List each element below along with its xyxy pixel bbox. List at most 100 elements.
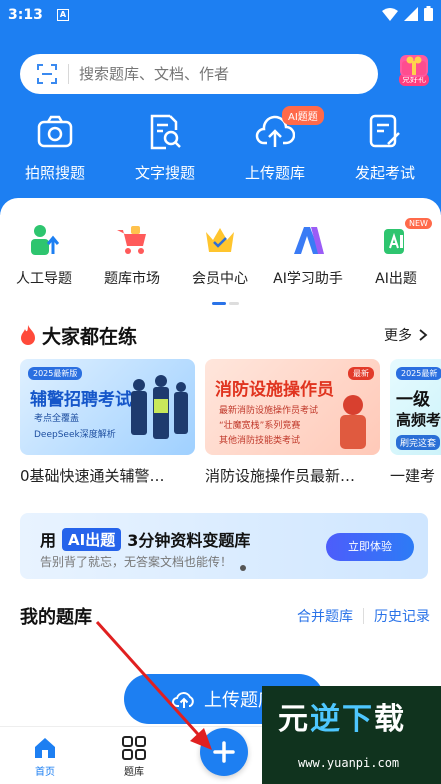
notification-icon: A — [57, 9, 69, 21]
tab-bank[interactable]: 题库 — [104, 735, 164, 778]
card-caption: 消防设施操作员最新… — [205, 467, 356, 485]
quick-label: AI学习助手 — [273, 271, 343, 287]
watermark-url: www.yuanpi.com — [298, 756, 400, 770]
more-link[interactable]: 更多 — [384, 325, 412, 345]
page-dot-active — [212, 302, 226, 305]
promo-title: 用 AI出题 3分钟资料变题库 — [40, 527, 250, 551]
cloud-upload-icon — [172, 692, 194, 708]
quick-ai-question[interactable]: NEW AI出题 — [352, 218, 440, 292]
card-caption: 一建考 — [390, 467, 436, 485]
fire-icon — [21, 325, 35, 345]
cover-headline: 消防设施操作员 — [215, 380, 334, 400]
action-text-search[interactable]: 文字搜题 — [110, 112, 220, 192]
main-actions: 拍照搜题 文字搜题 AI题题 上传题库 发起考试 — [0, 106, 441, 192]
promo-ai-tag: AI出题 — [62, 527, 122, 551]
person-upload-icon — [24, 222, 64, 258]
firefighter-image — [340, 395, 366, 449]
action-start-exam[interactable]: 发起考试 — [330, 112, 440, 192]
link-divider — [363, 608, 364, 624]
cart-icon — [112, 222, 152, 258]
add-button[interactable] — [200, 728, 248, 776]
gift-button[interactable]: 兑好礼 — [396, 55, 432, 93]
card-caption: 0基础快速通关辅警… — [20, 467, 165, 485]
quick-bank-market[interactable]: 题库市场 — [88, 222, 176, 292]
action-photo-search[interactable]: 拍照搜题 — [0, 112, 110, 192]
text-search-icon — [145, 112, 185, 152]
popular-card[interactable]: 2025最新版 辅警招聘考试 考点全覆盖 DeepSeek深度解析 0基础快速通… — [20, 359, 195, 489]
promo-suffix: 3分钟资料变题库 — [127, 531, 251, 550]
my-bank-links: 合并题库 历史记录 — [297, 606, 430, 626]
action-label: 拍照搜题 — [24, 164, 85, 182]
search-divider — [68, 64, 69, 84]
popular-card[interactable]: 2025最新 一级 高频考 刷完这套 一建考 — [390, 359, 441, 489]
quick-label: 人工导题 — [16, 271, 72, 287]
my-bank-header: 我的题库 合并题库 历史记录 — [20, 604, 430, 628]
cover-headline: 辅警招聘考试 — [30, 390, 132, 410]
cover-tag: 2025最新版 — [28, 367, 83, 380]
cover-line: DeepSeek深度解析 — [34, 430, 116, 440]
promo-prefix: 用 — [40, 531, 57, 550]
quick-label: 会员中心 — [192, 271, 248, 287]
status-icons — [382, 6, 433, 21]
course-cover: 2025最新版 辅警招聘考试 考点全覆盖 DeepSeek深度解析 — [20, 359, 195, 455]
search-input[interactable] — [79, 65, 319, 83]
plus-icon — [213, 741, 235, 763]
gift-icon — [400, 55, 428, 77]
cover-line: 考点全覆盖 — [34, 414, 80, 424]
popular-header: 大家都在练 更多 — [20, 322, 430, 348]
promo-subtitle: 告别背了就忘，无答案文档也能传！ — [40, 555, 233, 569]
quick-manual-import[interactable]: 人工导题 — [0, 222, 88, 292]
action-label: 上传题库 — [244, 164, 305, 182]
scan-icon[interactable] — [36, 63, 58, 85]
tab-label: 题库 — [124, 767, 144, 778]
search-bar[interactable] — [20, 54, 378, 94]
ai-assistant-icon — [288, 222, 328, 258]
quick-label: AI出题 — [375, 271, 417, 287]
cover-line: 高频考 — [396, 411, 441, 429]
cover-headline: 一级 — [396, 390, 430, 410]
my-bank-title: 我的题库 — [20, 607, 92, 628]
edit-exam-icon — [365, 112, 405, 152]
watermark-text: 元逆下载 — [278, 702, 406, 737]
cover-line: 刷完这套 — [396, 435, 441, 450]
action-upload-bank[interactable]: AI题题 上传题库 — [220, 106, 330, 192]
quick-label: 题库市场 — [104, 271, 160, 287]
popular-card[interactable]: 最新 消防设施操作员 最新消防设施操作员考试 “壮魔宽栈”系列竞赛 其他消防技能… — [205, 359, 380, 489]
ai-promo-banner[interactable]: 用 AI出题 3分钟资料变题库 告别背了就忘，无答案文档也能传！ 立即体验 — [20, 513, 428, 579]
home-icon — [35, 738, 55, 758]
cover-line: 最新消防设施操作员考试 — [219, 406, 319, 416]
page-indicator — [212, 302, 239, 305]
battery-icon — [424, 6, 433, 21]
wifi-icon — [382, 7, 398, 21]
status-bar: 3:13 A — [0, 0, 441, 32]
crown-icon — [200, 222, 240, 258]
cover-tag: 最新 — [348, 367, 374, 380]
action-label: 文字搜题 — [134, 164, 195, 182]
action-label: 发起考试 — [354, 164, 415, 182]
try-now-button[interactable]: 立即体验 — [326, 533, 414, 561]
status-time: 3:13 — [8, 7, 43, 23]
signal-icon — [404, 6, 418, 21]
tab-home[interactable]: 首页 — [15, 735, 75, 778]
ai-badge: AI题题 — [282, 106, 324, 125]
promo-page-dot — [240, 565, 246, 571]
grid-icon — [122, 736, 146, 760]
merge-bank-link[interactable]: 合并题库 — [297, 606, 353, 626]
popular-title: 大家都在练 — [42, 325, 138, 348]
popular-carousel: 2025最新版 辅警招聘考试 考点全覆盖 DeepSeek深度解析 0基础快速通… — [20, 359, 441, 489]
tab-label: 首页 — [35, 767, 55, 778]
page-dot — [229, 302, 239, 305]
app-screen: 3:13 A 兑好礼 拍照搜题 文字搜题 — [0, 0, 441, 784]
quick-ai-assistant[interactable]: AI学习助手 — [264, 222, 352, 292]
course-cover: 最新 消防设施操作员 最新消防设施操作员考试 “壮魔宽栈”系列竞赛 其他消防技能… — [205, 359, 380, 455]
history-link[interactable]: 历史记录 — [374, 606, 430, 626]
camera-icon — [35, 112, 75, 152]
watermark-logo: 元逆下载 www.yuanpi.com — [262, 686, 441, 784]
police-figures-image — [131, 375, 188, 439]
new-badge: NEW — [405, 218, 432, 229]
chevron-right-icon[interactable] — [416, 328, 430, 342]
quick-member-center[interactable]: 会员中心 — [176, 222, 264, 292]
cover-tag: 2025最新 — [396, 367, 441, 380]
quick-menu: 人工导题 题库市场 会员中心 AI学习助手 NEW AI出题 — [0, 218, 441, 292]
course-cover: 2025最新 一级 高频考 刷完这套 — [390, 359, 441, 455]
